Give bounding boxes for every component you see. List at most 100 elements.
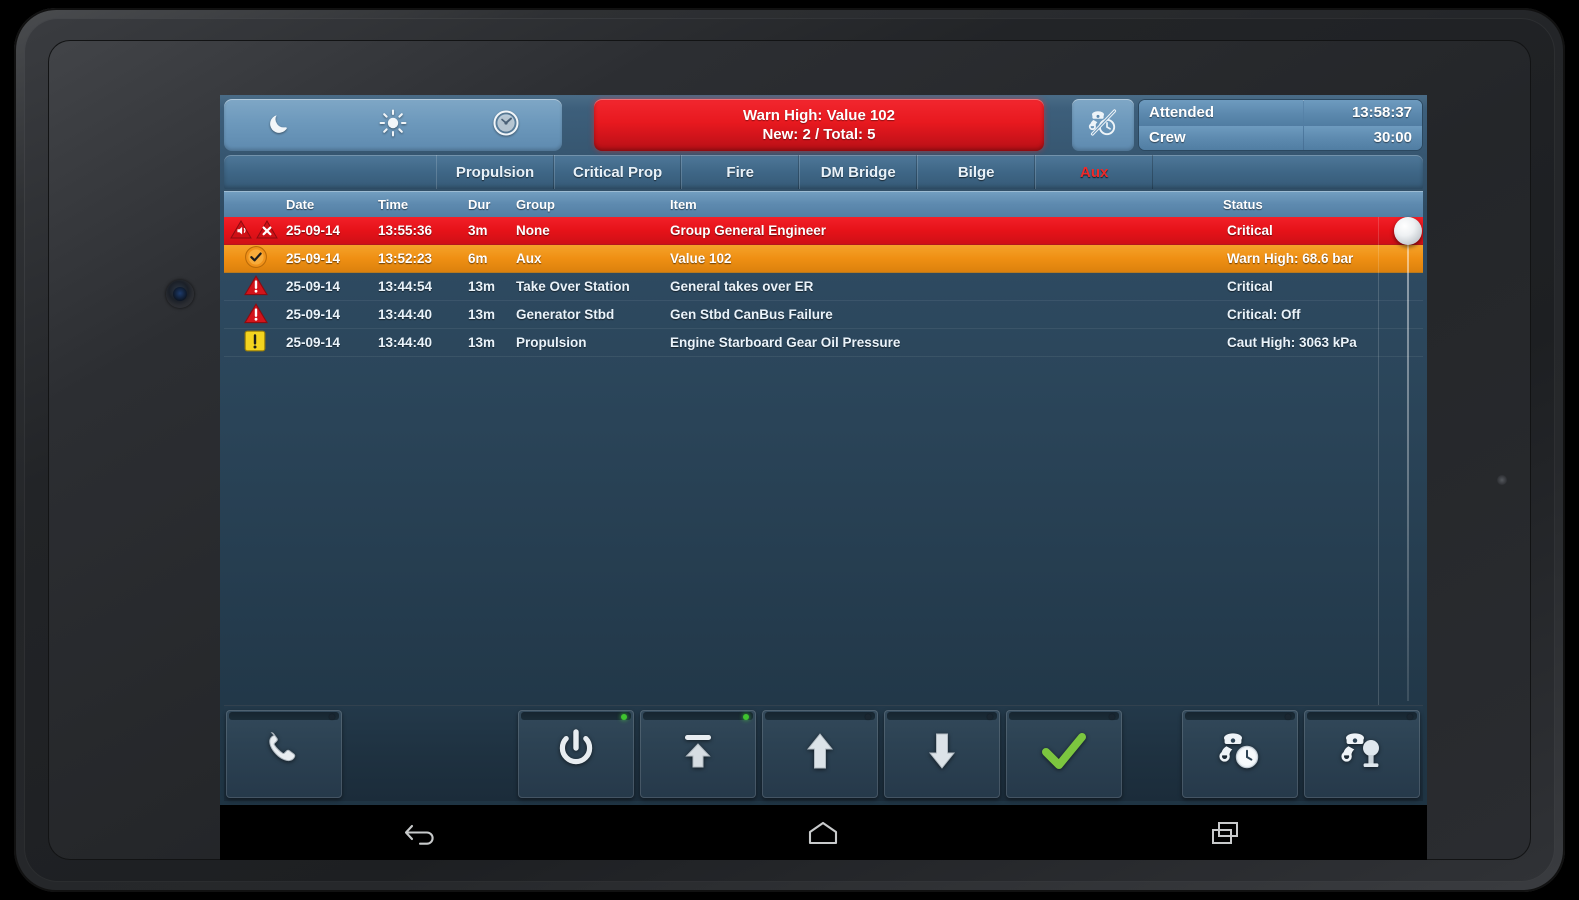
button-notch	[887, 711, 997, 720]
tab-bar-spacer	[224, 155, 436, 189]
check-icon	[1037, 724, 1091, 783]
watch-timer-button[interactable]	[1182, 709, 1298, 798]
crew-label: Crew	[1139, 125, 1303, 150]
table-row[interactable]: 25-09-14 13:44:40 13m Generator Stbd Gen…	[224, 301, 1423, 329]
night-mode-button[interactable]	[243, 99, 317, 151]
crew-lamp-icon	[1337, 726, 1387, 781]
row-status: Caut High: 3063 kPa	[1227, 335, 1357, 350]
column-header-group: Group	[516, 196, 555, 212]
day-mode-button[interactable]	[356, 99, 430, 151]
scrollbar-track[interactable]	[1407, 221, 1409, 701]
back-button[interactable]	[361, 805, 481, 860]
button-notch	[643, 711, 753, 720]
android-navigation-bar	[220, 805, 1427, 860]
row-group: None	[516, 223, 550, 238]
jump-to-top-led	[743, 713, 749, 720]
alarm-list: Date Time Dur Group Item Status 25-09-14…	[224, 191, 1423, 715]
column-header-date: Date	[286, 196, 315, 212]
scrollbar-thumb[interactable]	[1394, 217, 1422, 245]
camera-lens	[173, 287, 187, 301]
row-dur: 6m	[468, 251, 488, 266]
row-status: Critical: Off	[1227, 307, 1301, 322]
column-header-dur: Dur	[468, 196, 491, 212]
button-notch	[1185, 711, 1295, 720]
row-status: Critical	[1227, 223, 1273, 238]
row-group: Aux	[516, 251, 542, 266]
home-button[interactable]	[763, 805, 883, 860]
tab-dm-bridge[interactable]: DM Bridge	[799, 155, 918, 189]
active-alarm-banner[interactable]: Warn High: Value 102 New: 2 / Total: 5	[594, 99, 1044, 151]
muted-alarm-icon[interactable]	[230, 219, 252, 242]
crew-watch-disabled-icon	[1086, 106, 1120, 145]
jump-to-top-button[interactable]	[640, 709, 756, 798]
row-item: Gen Stbd CanBus Failure	[670, 307, 833, 322]
row-status: Warn High: 68.6 bar	[1227, 251, 1354, 266]
acknowledge-button[interactable]	[1006, 709, 1122, 798]
acknowledge-led	[1109, 713, 1115, 720]
attended-value: 13:58:37	[1304, 100, 1422, 125]
row-icons	[224, 302, 286, 327]
row-date: 25-09-14	[286, 279, 341, 294]
alarm-list-header: Date Time Dur Group Item Status	[224, 191, 1423, 217]
duty-mode-button[interactable]	[1072, 99, 1134, 151]
recent-apps-button[interactable]	[1166, 805, 1286, 860]
call-button[interactable]	[226, 709, 342, 798]
table-row[interactable]: 25-09-14 13:44:40 13m Propulsion Engine …	[224, 329, 1423, 357]
row-dur: 13m	[468, 279, 496, 294]
tab-propulsion[interactable]: Propulsion	[436, 155, 554, 189]
tablet-inner-bezel: Warn High: Value 102 New: 2 / Total: 5 A…	[24, 18, 1555, 882]
gauge-icon	[492, 109, 520, 142]
table-row[interactable]: 25-09-14 13:55:36 3m None Group General …	[224, 217, 1423, 245]
dimmer-button[interactable]	[469, 99, 543, 151]
scroll-down-button[interactable]	[884, 709, 1000, 798]
row-icons	[224, 219, 286, 242]
list-divider	[1378, 217, 1379, 705]
display-mode-button-group	[224, 99, 562, 151]
watch-status-panel: Attended 13:58:37 Crew 30:00	[1138, 99, 1423, 151]
tablet-frame: Warn High: Value 102 New: 2 / Total: 5 A…	[14, 8, 1565, 892]
crew-value: 30:00	[1304, 125, 1422, 150]
acknowledged-icon[interactable]	[244, 245, 268, 272]
tab-critical-prop[interactable]: Critical Prop	[554, 155, 682, 189]
alarm-banner-title: Warn High: Value 102	[743, 107, 895, 124]
tab-fire[interactable]: Fire	[681, 155, 800, 189]
row-time: 13:44:40	[378, 307, 433, 322]
tab-aux[interactable]: Aux	[1035, 155, 1154, 189]
power-button-led	[621, 713, 627, 720]
call-button-led	[329, 713, 335, 720]
tablet-glass: Warn High: Value 102 New: 2 / Total: 5 A…	[48, 40, 1531, 860]
table-row[interactable]: 25-09-14 13:44:54 13m Take Over Station …	[224, 273, 1423, 301]
button-notch	[1009, 711, 1119, 720]
row-status: Critical	[1227, 279, 1273, 294]
power-button[interactable]	[518, 709, 634, 798]
home-icon	[806, 819, 840, 852]
speaker-hole-icon	[1497, 475, 1507, 485]
moon-icon	[267, 110, 293, 141]
row-icons	[224, 274, 286, 299]
row-date: 25-09-14	[286, 307, 341, 322]
back-icon	[404, 820, 438, 851]
column-header-time: Time	[378, 196, 409, 212]
row-item: Value 102	[670, 251, 732, 266]
cancel-alarm-icon[interactable]	[256, 219, 278, 242]
row-dur: 13m	[468, 335, 496, 350]
attended-label: Attended	[1139, 100, 1303, 125]
watch-timer-led	[1285, 713, 1291, 720]
recent-apps-icon	[1209, 819, 1243, 852]
table-row[interactable]: 25-09-14 13:52:23 6m Aux Value 102 Warn …	[224, 245, 1423, 273]
tab-bilge[interactable]: Bilge	[917, 155, 1036, 189]
arrow-up-icon	[795, 726, 845, 781]
critical-alarm-icon	[244, 274, 268, 299]
scroll-down-led	[987, 713, 993, 720]
button-notch	[229, 711, 339, 720]
arrow-to-top-icon	[673, 726, 723, 781]
alarm-banner-counts: New: 2 / Total: 5	[762, 126, 876, 143]
crew-clock-icon	[1215, 726, 1265, 781]
row-time: 13:52:23	[378, 251, 433, 266]
bottom-toolbar	[224, 705, 1423, 801]
row-date: 25-09-14	[286, 223, 341, 238]
scroll-up-button[interactable]	[762, 709, 878, 798]
row-item: General takes over ER	[670, 279, 814, 294]
crew-call-button[interactable]	[1304, 709, 1420, 798]
